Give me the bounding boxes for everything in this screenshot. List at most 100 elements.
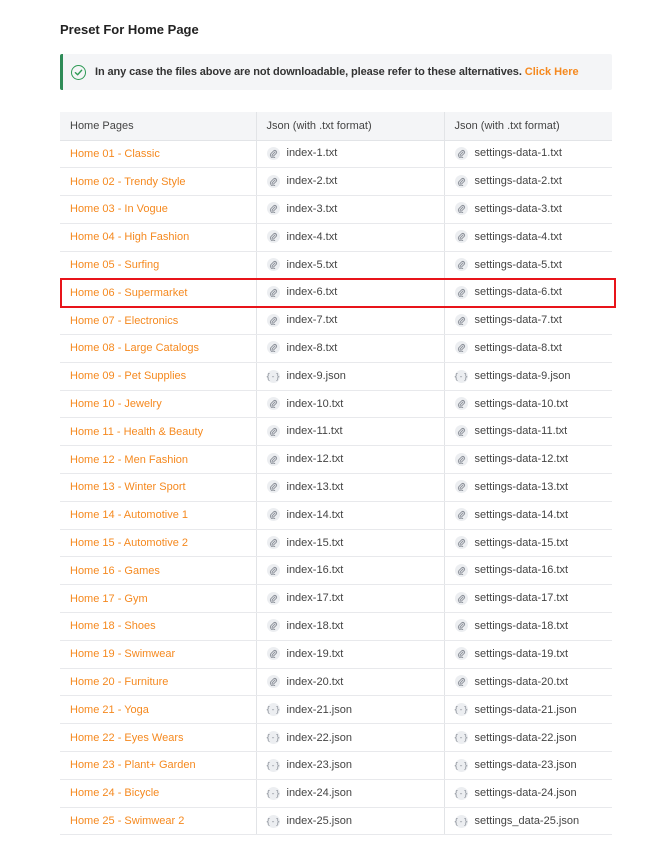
home-page-link[interactable]: Home 21 - Yoga	[70, 704, 149, 716]
settings-file-cell: {-} settings-data-21.json	[444, 695, 612, 725]
click-here-link[interactable]: Click Here	[525, 66, 579, 78]
home-page-link[interactable]: Home 18 - Shoes	[70, 620, 156, 632]
paperclip-icon	[454, 480, 468, 494]
settings-file-link[interactable]: {-} settings-data-22.json	[454, 731, 577, 745]
paperclip-icon	[454, 536, 468, 550]
home-page-link[interactable]: Home 08 - Large Catalogs	[70, 342, 199, 354]
home-page-link[interactable]: Home 04 - High Fashion	[70, 231, 189, 243]
paperclip-icon	[454, 258, 468, 272]
home-page-link[interactable]: Home 16 - Games	[70, 565, 160, 577]
settings-file-link[interactable]: settings-data-4.txt	[454, 230, 562, 244]
home-page-link[interactable]: Home 24 - Bicycle	[70, 787, 159, 799]
index-file-link[interactable]: index-11.txt	[266, 424, 343, 438]
presets-table: Home Pages Json (with .txt format) Json …	[60, 112, 612, 836]
settings-file-link[interactable]: settings-data-7.txt	[454, 313, 562, 327]
index-file-link[interactable]: index-14.txt	[266, 508, 343, 522]
settings-file-link[interactable]: settings-data-12.txt	[454, 452, 568, 466]
index-file-link[interactable]: index-13.txt	[266, 480, 343, 494]
index-file-link[interactable]: {-} index-25.json	[266, 814, 352, 828]
settings-file-link[interactable]: settings-data-1.txt	[454, 146, 562, 160]
settings-file-link[interactable]: settings-data-16.txt	[454, 563, 568, 577]
home-page-link[interactable]: Home 03 - In Vogue	[70, 203, 168, 215]
index-file-name: index-24.json	[286, 787, 352, 800]
home-page-cell: Home 07 - Electronics	[60, 306, 257, 336]
home-page-link[interactable]: Home 09 - Pet Supplies	[70, 370, 186, 382]
settings-file-link[interactable]: {-} settings-data-9.json	[454, 369, 571, 383]
index-file-link[interactable]: {-} index-23.json	[266, 758, 352, 772]
home-page-link[interactable]: Home 02 - Trendy Style	[70, 176, 186, 188]
index-file-link[interactable]: index-8.txt	[266, 341, 337, 355]
home-page-link[interactable]: Home 05 - Surfing	[70, 259, 159, 271]
index-file-link[interactable]: index-7.txt	[266, 313, 337, 327]
home-page-link[interactable]: Home 10 - Jewelry	[70, 398, 162, 410]
index-file-link[interactable]: index-15.txt	[266, 536, 343, 550]
index-file-link[interactable]: index-5.txt	[266, 258, 337, 272]
home-page-link[interactable]: Home 22 - Eyes Wears	[70, 732, 184, 744]
index-file-link[interactable]: index-12.txt	[266, 452, 343, 466]
settings-file-name: settings-data-4.txt	[474, 230, 562, 243]
index-file-link[interactable]: index-1.txt	[266, 146, 337, 160]
settings-file-link[interactable]: settings-data-18.txt	[454, 619, 568, 633]
settings-file-link[interactable]: settings-data-20.txt	[454, 675, 569, 689]
settings-file-name: settings-data-3.txt	[474, 202, 562, 215]
settings-file-link[interactable]: settings-data-19.txt	[454, 647, 568, 661]
settings-file-link[interactable]: settings-data-5.txt	[454, 258, 562, 272]
settings-file-name: settings-data-22.json	[474, 731, 577, 744]
home-page-link[interactable]: Home 12 - Men Fashion	[70, 454, 188, 466]
index-file-link[interactable]: {-} index-22.json	[266, 731, 352, 745]
settings-file-link[interactable]: settings-data-3.txt	[454, 202, 562, 216]
index-file-link[interactable]: index-2.txt	[266, 174, 337, 188]
index-file-link[interactable]: index-17.txt	[266, 591, 343, 605]
index-file-link[interactable]: index-4.txt	[266, 230, 337, 244]
index-file-link[interactable]: index-10.txt	[266, 397, 343, 411]
index-file-link[interactable]: index-19.txt	[266, 647, 343, 661]
home-page-link[interactable]: Home 15 - Automotive 2	[70, 537, 188, 549]
settings-file-link[interactable]: settings-data-8.txt	[454, 341, 562, 355]
settings-file-name: settings-data-2.txt	[474, 175, 562, 188]
settings-file-name: settings-data-20.txt	[474, 675, 569, 688]
home-page-link[interactable]: Home 13 - Winter Sport	[70, 481, 186, 493]
index-file-link[interactable]: index-18.txt	[266, 619, 343, 633]
home-page-link[interactable]: Home 19 - Swimwear	[70, 648, 175, 660]
settings-file-link[interactable]: settings-data-17.txt	[454, 591, 568, 605]
settings-file-link[interactable]: settings-data-15.txt	[454, 536, 568, 550]
home-page-link[interactable]: Home 14 - Automotive 1	[70, 509, 188, 521]
index-file-cell: index-13.txt	[256, 473, 445, 502]
settings-file-link[interactable]: {-} settings_data-25.json	[454, 814, 579, 828]
settings-file-link[interactable]: settings-data-13.txt	[454, 480, 568, 494]
home-page-link[interactable]: Home 01 - Classic	[70, 148, 160, 160]
settings-file-cell: settings-data-6.txt	[444, 278, 612, 308]
settings-file-link[interactable]: settings-data-6.txt	[454, 285, 562, 299]
json-braces-icon: {-}	[265, 369, 281, 383]
index-file-link[interactable]: index-3.txt	[266, 202, 337, 216]
home-page-link[interactable]: Home 17 - Gym	[70, 593, 148, 605]
index-file-link[interactable]: index-16.txt	[266, 563, 343, 577]
home-page-link[interactable]: Home 25 - Swimwear 2	[70, 815, 184, 827]
paperclip-icon	[454, 647, 468, 661]
table-row: Home 23 - Plant+ Garden {-} index-23.json {…	[60, 751, 612, 780]
index-file-link[interactable]: index-20.txt	[266, 675, 343, 689]
settings-file-link[interactable]: {-} settings-data-21.json	[454, 703, 577, 717]
index-file-link[interactable]: index-6.txt	[266, 285, 337, 299]
home-page-cell: Home 24 - Bicycle	[60, 779, 257, 808]
index-file-link[interactable]: {-} index-9.json	[265, 369, 346, 383]
index-file-link[interactable]: {-} index-21.json	[266, 703, 352, 717]
settings-file-link[interactable]: settings-data-11.txt	[454, 424, 567, 438]
index-file-link[interactable]: {-} index-24.json	[266, 786, 352, 800]
settings-file-cell: {-} settings-data-24.json	[444, 779, 612, 808]
home-page-link[interactable]: Home 11 - Health & Beauty	[70, 426, 203, 438]
home-page-link[interactable]: Home 20 - Furniture	[70, 676, 168, 688]
settings-file-link[interactable]: settings-data-14.txt	[454, 508, 568, 522]
settings-file-name: settings-data-9.json	[474, 370, 571, 383]
settings-file-link[interactable]: settings-data-10.txt	[454, 397, 568, 411]
home-page-cell: Home 20 - Furniture	[60, 668, 257, 697]
paperclip-icon	[266, 619, 280, 633]
home-page-link[interactable]: Home 06 - Supermarket	[70, 287, 187, 299]
settings-file-link[interactable]: settings-data-2.txt	[454, 174, 562, 188]
settings-file-cell: settings-data-15.txt	[444, 529, 612, 558]
home-page-link[interactable]: Home 07 - Electronics	[70, 315, 178, 327]
settings-file-link[interactable]: {-} settings-data-23.json	[454, 758, 577, 772]
home-page-link[interactable]: Home 23 - Plant+ Garden	[70, 759, 196, 771]
paperclip-icon	[454, 341, 468, 355]
settings-file-link[interactable]: {-} settings-data-24.json	[454, 786, 577, 800]
